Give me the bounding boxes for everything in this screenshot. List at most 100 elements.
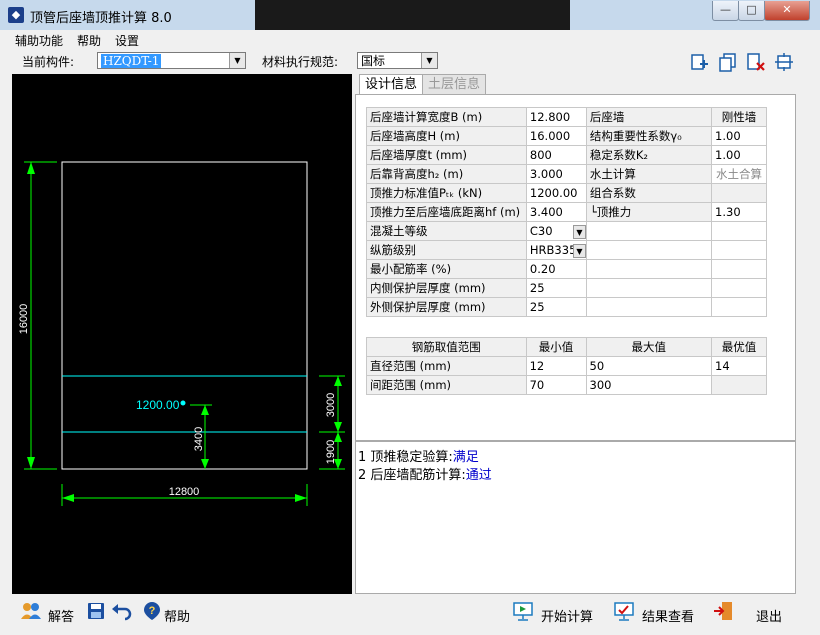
chevron-down-icon[interactable]: ▼ <box>572 225 586 239</box>
rebar-value[interactable]: 300 <box>585 375 713 395</box>
param2-value[interactable]: 1.00 <box>711 126 767 146</box>
chevron-down-icon[interactable]: ▼ <box>572 244 586 258</box>
param2-label: └顶推力 <box>585 202 713 222</box>
view-results-icon[interactable] <box>613 601 635 621</box>
rebar-header: 最小值 <box>525 337 587 357</box>
dropdown-value: HRB335 <box>529 243 577 257</box>
param2-value[interactable] <box>711 221 767 241</box>
param-value[interactable]: 25 <box>525 278 587 298</box>
param-value[interactable]: C30 ▼ <box>525 221 587 241</box>
param2-value[interactable] <box>711 183 767 203</box>
rebar-value[interactable]: 12 <box>525 356 587 376</box>
param2-value[interactable] <box>711 240 767 260</box>
save-icon[interactable] <box>86 601 108 621</box>
param2-value[interactable]: 1.30 <box>711 202 767 222</box>
start-calc-button[interactable]: 开始计算 <box>541 606 593 625</box>
param2-value[interactable] <box>711 259 767 279</box>
help-icon[interactable]: ? <box>141 601 163 621</box>
param2-value[interactable]: 1.00 <box>711 145 767 165</box>
lower-dim-text: 1900 <box>325 440 337 464</box>
param-label: 顶推力标准值Pₜₖ (kN) <box>366 183 527 203</box>
param-label: 外侧保护层厚度 (mm) <box>366 297 527 317</box>
exit-icon[interactable] <box>713 601 735 621</box>
answer-button[interactable]: 解答 <box>48 606 74 625</box>
param-value[interactable]: 3.400 <box>525 202 587 222</box>
param2-label <box>585 297 713 317</box>
minimize-button[interactable]: — <box>712 1 739 21</box>
param-value[interactable]: 3.000 <box>525 164 587 184</box>
rebar-row: 直径范围 (mm) 12 50 14 <box>366 356 767 376</box>
start-calc-icon[interactable] <box>512 601 534 621</box>
param-label: 混凝土等级 <box>366 221 527 241</box>
height-dim-text: 16000 <box>18 304 30 335</box>
svg-text:?: ? <box>149 605 156 617</box>
menu-bar: 辅助功能 帮助 设置 <box>0 30 820 50</box>
rebar-header: 钢筋取值范围 <box>366 337 527 357</box>
component-select[interactable]: HZQDT-1 ▼ <box>97 52 246 69</box>
undo-icon[interactable] <box>111 601 133 621</box>
tab-soil-info[interactable]: 土层信息 <box>422 74 487 95</box>
force-height-dim-text: 3400 <box>193 427 205 451</box>
rebar-label: 间距范围 (mm) <box>366 375 527 395</box>
rebar-value[interactable]: 50 <box>585 356 713 376</box>
component-manager-icon[interactable] <box>774 52 794 72</box>
param-label: 顶推力至后座墙底距离hf (m) <box>366 202 527 222</box>
param-value[interactable]: 800 <box>525 145 587 165</box>
force-point <box>180 400 186 406</box>
title-bar: ◆ 顶管后座墙顶推计算 8.0 — □ ✕ <box>0 0 820 31</box>
rebar-value[interactable] <box>711 375 767 395</box>
chevron-down-icon[interactable]: ▼ <box>421 53 437 68</box>
design-row: 最小配筋率 (%) 0.20 <box>366 259 767 279</box>
maximize-button[interactable]: □ <box>738 1 765 21</box>
copy-component-icon[interactable] <box>718 52 738 72</box>
spec-select[interactable]: 国标 ▼ <box>357 52 438 69</box>
help-button[interactable]: 帮助 <box>164 606 190 625</box>
param-value[interactable]: 1200.00 <box>525 183 587 203</box>
add-component-icon[interactable] <box>690 52 710 72</box>
rebar-value[interactable]: 70 <box>525 375 587 395</box>
chevron-down-icon[interactable]: ▼ <box>229 53 245 68</box>
component-label: 当前构件: <box>22 55 75 69</box>
rebar-value[interactable]: 14 <box>711 356 767 376</box>
param2-value[interactable] <box>711 297 767 317</box>
drawing-canvas[interactable]: 16000 12800 3000 1900 3400 1200.00 <box>12 74 352 594</box>
menu-tools[interactable]: 辅助功能 <box>15 32 63 49</box>
result-line-2: 2 后座墙配筋计算:通过 <box>358 468 492 483</box>
wall-outline <box>61 161 308 470</box>
param2-label <box>585 240 713 260</box>
delete-component-icon[interactable] <box>746 52 766 72</box>
view-results-button[interactable]: 结果查看 <box>642 606 694 625</box>
param-value[interactable]: 25 <box>525 297 587 317</box>
param2-value[interactable] <box>711 278 767 298</box>
param2-value[interactable]: 刚性墙 <box>711 107 767 127</box>
result-line-1: 1 顶推稳定验算:满足 <box>358 450 479 465</box>
result-status: 满足 <box>452 450 479 465</box>
result-output[interactable]: 1 顶推稳定验算:满足 2 后座墙配筋计算:通过 <box>355 441 796 594</box>
result-status: 通过 <box>465 468 492 483</box>
param2-value[interactable]: 水土合算 <box>711 164 767 184</box>
design-row: 后靠背高度h₂ (m) 3.000 水土计算 水土合算 <box>366 164 767 184</box>
wall-drawing: 16000 12800 3000 1900 3400 1200.00 <box>18 161 345 506</box>
design-table: 后座墙计算宽度B (m) 12.800 后座墙 刚性墙 后座墙高度H (m) 16.000… <box>366 107 767 317</box>
menu-settings[interactable]: 设置 <box>115 32 139 49</box>
design-info-panel: 后座墙计算宽度B (m) 12.800 后座墙 刚性墙 后座墙高度H (m) 16.000… <box>355 94 796 441</box>
tab-design-info[interactable]: 设计信息 <box>359 74 424 95</box>
rebar-row: 间距范围 (mm) 70 300 <box>366 375 767 395</box>
design-row: 内侧保护层厚度 (mm) 25 <box>366 278 767 298</box>
param-value[interactable]: 0.20 <box>525 259 587 279</box>
close-button[interactable]: ✕ <box>764 1 810 21</box>
answer-icon[interactable] <box>20 601 42 621</box>
param-label: 后座墙厚度t (mm) <box>366 145 527 165</box>
spec-label: 材料执行规范: <box>262 55 339 69</box>
param-value[interactable]: HRB335 ▼ <box>525 240 587 260</box>
param-value[interactable]: 16.000 <box>525 126 587 146</box>
param-value[interactable]: 12.800 <box>525 107 587 127</box>
param2-label <box>585 278 713 298</box>
param-label: 后靠背高度h₂ (m) <box>366 164 527 184</box>
design-row: 后座墙计算宽度B (m) 12.800 后座墙 刚性墙 <box>366 107 767 127</box>
param-label: 最小配筋率 (%) <box>366 259 527 279</box>
menu-help[interactable]: 帮助 <box>77 32 101 49</box>
rebar-header-row: 钢筋取值范围 最小值 最大值 最优值 <box>366 337 767 357</box>
force-value-text: 1200.00 <box>136 398 180 412</box>
exit-button[interactable]: 退出 <box>756 606 782 625</box>
